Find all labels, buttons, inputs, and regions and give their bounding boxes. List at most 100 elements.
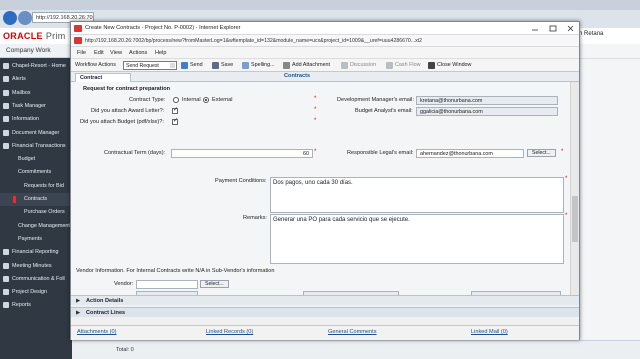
window-title: Create New Contracts - Project No. P-000…	[85, 25, 241, 31]
budget-label: Did you attach Budget (pdf/xlsx)?:	[80, 119, 164, 125]
sidebar-item-alerts[interactable]: Alerts	[0, 73, 72, 86]
sidebar-item-label: Contracts	[24, 196, 48, 202]
navigation-sidebar: Chapel-Resort - Home Alerts Mailbox Task Ma…	[0, 58, 72, 359]
sidebar-item-project-design[interactable]: Project Design	[0, 286, 72, 299]
radio-external[interactable]	[203, 97, 209, 103]
payment-conditions-label: Payment Conditions:	[215, 178, 267, 184]
award-letter-label: Did you attach Award Letter?:	[91, 108, 165, 114]
budget-checkbox[interactable]: ✓	[172, 118, 178, 125]
required-marker: *	[314, 107, 317, 113]
section-title: Request for contract preparation	[83, 86, 171, 92]
spelling-button[interactable]: Spelling...	[251, 62, 275, 68]
menu-file[interactable]: File	[77, 50, 86, 56]
required-marker: *	[565, 176, 568, 182]
award-letter-checkbox[interactable]: ✓	[172, 107, 178, 114]
contract-lines-section[interactable]: ▶ Contract Lines	[71, 307, 579, 317]
background-content-strip	[570, 44, 640, 359]
action-details-section[interactable]: ▶ Action Details	[71, 295, 579, 305]
select-legal-button[interactable]: Select...	[527, 149, 556, 157]
nav-icon	[3, 76, 9, 83]
attachments-link[interactable]: Attachments (0)	[77, 329, 116, 335]
scrollbar-thumb[interactable]	[572, 196, 578, 242]
sidebar-item-label: Document Manager	[12, 129, 60, 136]
budget-analyst-email-label: Budget Analyst's email:	[355, 108, 413, 114]
nav-icon	[3, 289, 9, 296]
vendor-field[interactable]	[136, 280, 198, 289]
dev-manager-email-field[interactable]: kretana@thonurbana.com	[416, 96, 558, 105]
sidebar-item-budget[interactable]: Budget	[0, 153, 72, 166]
cash-flow-button[interactable]: Cash Flow	[395, 62, 420, 68]
menu-view[interactable]: View	[110, 50, 122, 56]
sidebar-item-label: Requests for Bid	[24, 182, 64, 189]
send-button[interactable]: Send	[190, 62, 203, 68]
legal-email-field[interactable]: ahernandez@thonurbana.com	[416, 149, 524, 158]
save-button[interactable]: Save	[221, 62, 233, 68]
background-titlebar	[0, 0, 640, 10]
nav-icon	[3, 249, 9, 256]
create-contract-window: Create New Contracts - Project No. P-000…	[70, 21, 580, 340]
sidebar-item-document-manager[interactable]: Document Manager	[0, 127, 72, 140]
company-workspace-tab[interactable]: Company Work	[0, 44, 72, 58]
required-marker: *	[565, 213, 568, 219]
sidebar-item-meeting-minutes[interactable]: Meeting Minutes	[0, 260, 72, 273]
menu-help[interactable]: Help	[155, 50, 167, 56]
close-icon[interactable]	[562, 22, 580, 35]
linked-mail-link[interactable]: Linked Mail (0)	[471, 329, 508, 335]
contract-type-label: Contract Type:	[129, 97, 166, 103]
budget-analyst-email-field[interactable]: ggalicia@thonurbana.com	[416, 107, 558, 116]
add-attachment-button[interactable]: Add Attachment	[292, 62, 330, 68]
sidebar-item-communication-foll[interactable]: Communication & Foll	[0, 273, 72, 286]
sidebar-item-label: Payments	[18, 235, 42, 242]
menu-actions[interactable]: Actions	[129, 50, 147, 56]
menu-edit[interactable]: Edit	[94, 50, 104, 56]
remarks-label: Remarks:	[243, 215, 267, 221]
general-comments-link[interactable]: General Comments	[328, 329, 377, 335]
form-content: Request for contract preparation Contrac…	[71, 82, 570, 295]
maximize-icon[interactable]	[544, 22, 562, 35]
popup-address-bar[interactable]: http://192.168.20.26:7002/bp/process/new…	[71, 35, 579, 47]
payment-conditions-textarea[interactable]: Dos pagos, uno cada 30 días.	[270, 177, 564, 213]
sidebar-item-financial-transactions[interactable]: Financial Transactions	[0, 140, 72, 153]
sidebar-item-label: Reports	[12, 302, 31, 309]
sidebar-item-label: Communication & Foll	[12, 275, 65, 282]
sidebar-item-contracts[interactable]: Contracts	[0, 193, 72, 206]
sidebar-item-chapel-resort-home[interactable]: Chapel-Resort - Home	[0, 60, 72, 73]
sidebar-item-commitments[interactable]: Commitments	[0, 166, 72, 179]
sidebar-item-payments[interactable]: Payments	[0, 233, 72, 246]
back-icon[interactable]	[3, 11, 17, 25]
popup-url-text: http://192.168.20.26:7002/bp/process/new…	[85, 38, 422, 44]
action-details-title: Action Details	[86, 298, 124, 304]
sidebar-item-financial-reporting[interactable]: Financial Reporting	[0, 246, 72, 259]
send-icon	[181, 62, 188, 69]
sidebar-item-label: Project Design	[12, 289, 48, 296]
sidebar-item-label: Commitments	[18, 169, 52, 176]
tab-contract[interactable]: Contract	[75, 73, 131, 82]
sidebar-item-change-management[interactable]: Change Management	[0, 220, 72, 233]
form-scrollbar[interactable]	[570, 82, 579, 295]
workflow-action-select[interactable]: Send Request	[123, 61, 177, 70]
chevron-down-icon	[170, 63, 175, 68]
nav-icon	[3, 102, 9, 109]
discussion-button[interactable]: Discussion	[350, 62, 376, 68]
sidebar-item-purchase-orders[interactable]: Purchase Orders	[0, 206, 72, 219]
required-marker: *	[314, 96, 317, 102]
save-icon	[212, 62, 219, 69]
sidebar-item-task-manager[interactable]: Task Manager	[0, 100, 72, 113]
sidebar-item-mailbox[interactable]: Mailbox	[0, 87, 72, 100]
contractual-term-field[interactable]: 60	[171, 149, 313, 158]
radio-internal-label: Internal	[182, 97, 201, 103]
minimize-icon[interactable]	[526, 22, 544, 35]
sidebar-item-requests-for-bid[interactable]: Requests for Bid	[0, 180, 72, 193]
sidebar-item-label: Budget	[18, 156, 36, 163]
remarks-textarea[interactable]: Generar una PO para cada servicio que se…	[270, 214, 564, 264]
background-footer: Total: 0	[72, 340, 640, 359]
expand-arrow-icon: ▶	[76, 310, 81, 316]
forward-icon[interactable]	[18, 11, 32, 25]
cash-flow-icon	[386, 62, 393, 69]
sidebar-item-reports[interactable]: Reports	[0, 299, 72, 312]
linked-records-link[interactable]: Linked Records (0)	[206, 329, 253, 335]
radio-internal[interactable]	[173, 97, 179, 103]
select-vendor-button[interactable]: Select...	[200, 280, 229, 288]
close-window-button[interactable]: Close Window	[437, 62, 471, 68]
sidebar-item-information[interactable]: Information	[0, 113, 72, 126]
